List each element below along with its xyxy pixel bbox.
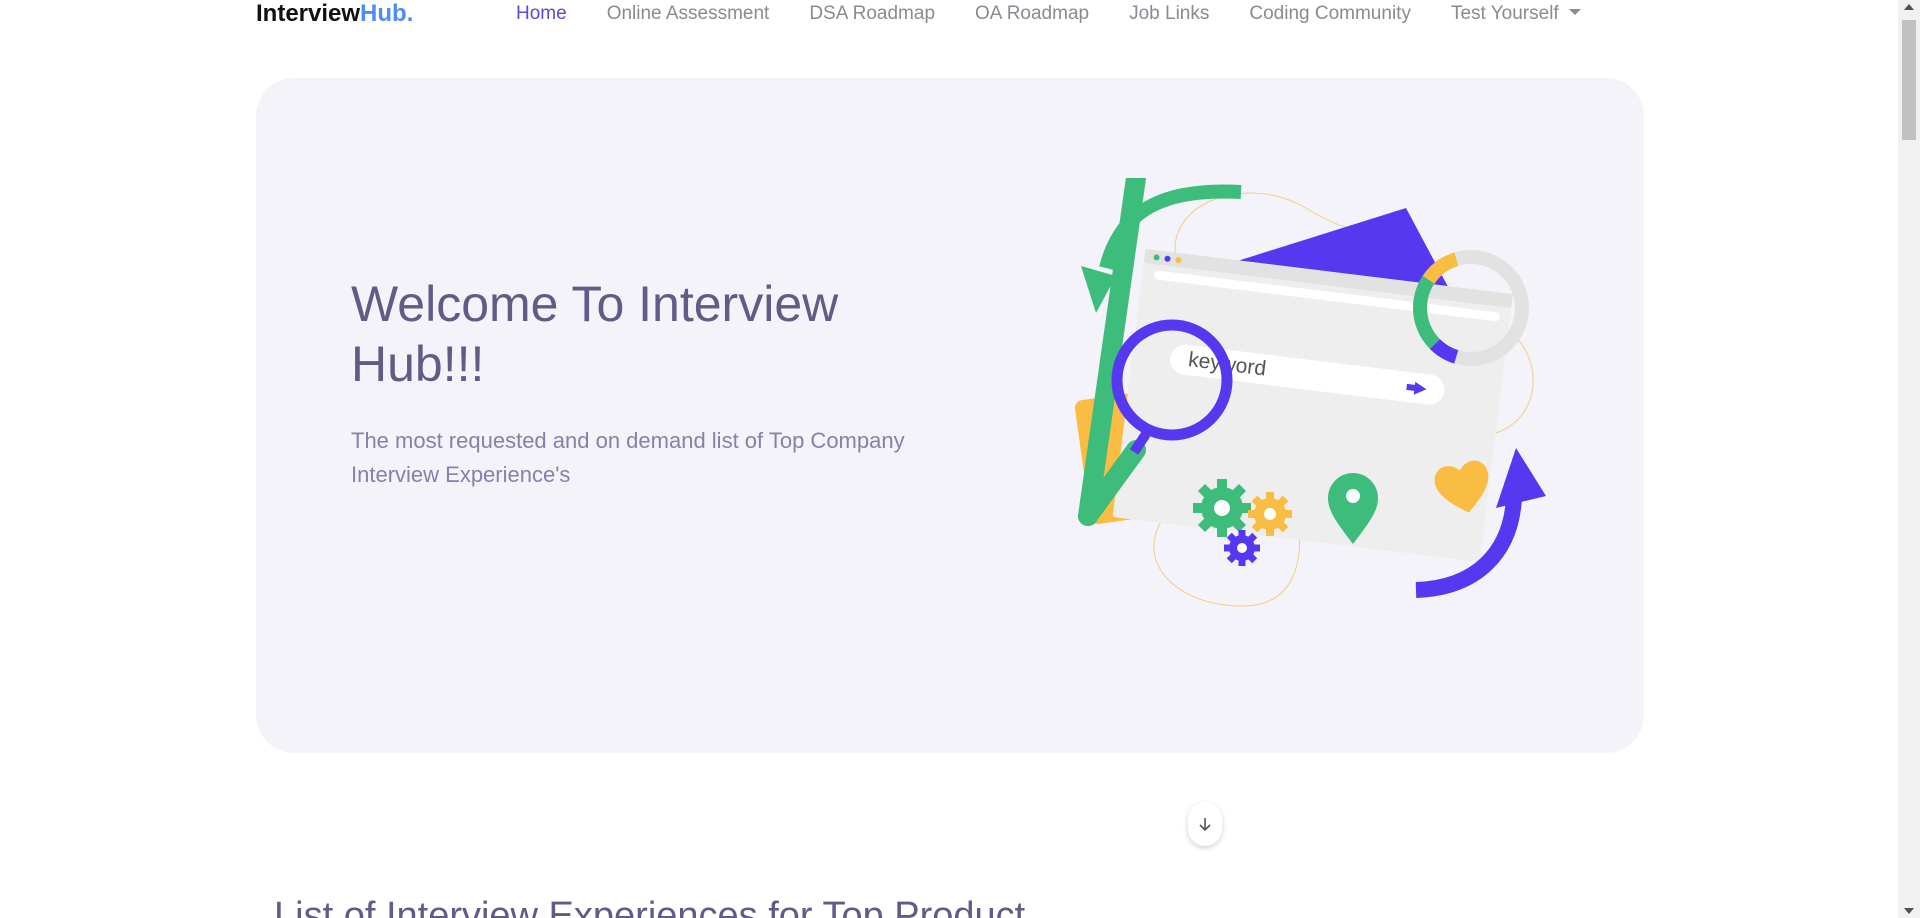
hero-title: Welcome To Interview Hub!!! bbox=[351, 276, 839, 392]
search-illustration: keyword bbox=[1074, 178, 1546, 607]
gear-green-icon bbox=[1193, 479, 1251, 537]
section-title: List of Interview Experiences for Top Pr… bbox=[274, 895, 1026, 918]
nav-job-links[interactable]: Job Links bbox=[1129, 0, 1209, 28]
brand-name: Interview bbox=[256, 0, 361, 27]
purple-arrow-head bbox=[1496, 448, 1546, 508]
hero-subtitle: The most requested and on demand list of… bbox=[351, 428, 905, 487]
navbar: InterviewHub. Home Online Assessment DSA… bbox=[0, 0, 1898, 30]
brand-accent: Hub. bbox=[360, 0, 414, 27]
nav-dsa-roadmap[interactable]: DSA Roadmap bbox=[809, 0, 935, 28]
nav-coding-community[interactable]: Coding Community bbox=[1249, 0, 1411, 28]
hero-card: Welcome To Interview Hub!!! The most req… bbox=[256, 78, 1644, 846]
caret-down-icon bbox=[1568, 9, 1581, 15]
browser-window: keyword bbox=[1112, 249, 1513, 562]
vertical-scrollbar[interactable] bbox=[1898, 0, 1920, 918]
scroll-down-button[interactable] bbox=[1188, 802, 1222, 846]
scrollbar-thumb[interactable] bbox=[1902, 20, 1916, 140]
nav-test-yourself-label: Test Yourself bbox=[1450, 3, 1559, 24]
nav-online-assessment[interactable]: Online Assessment bbox=[607, 0, 770, 28]
page: InterviewHub. Home Online Assessment DSA… bbox=[0, 0, 1920, 918]
scroll-down-arrow-icon[interactable] bbox=[1904, 908, 1914, 914]
main-nav: Home Online Assessment DSA Roadmap OA Ro… bbox=[516, 0, 1621, 28]
nav-home[interactable]: Home bbox=[516, 0, 567, 28]
arrow-down-icon bbox=[1199, 818, 1211, 832]
nav-oa-roadmap[interactable]: OA Roadmap bbox=[975, 0, 1089, 28]
gear-purple-icon bbox=[1224, 530, 1260, 566]
scroll-up-arrow-icon[interactable] bbox=[1904, 4, 1914, 10]
nav-test-yourself[interactable]: Test Yourself bbox=[1451, 0, 1581, 28]
brand-logo[interactable]: InterviewHub. bbox=[256, 0, 413, 28]
gear-yellow-icon bbox=[1248, 492, 1292, 536]
